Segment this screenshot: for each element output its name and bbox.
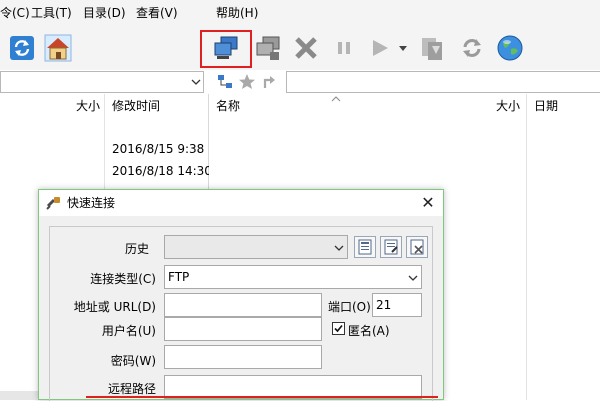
menu-item-directory[interactable]: 目录(D): [83, 0, 126, 26]
connection-type-value: FTP: [168, 270, 190, 284]
address-input[interactable]: [164, 293, 322, 317]
menu-item-help[interactable]: 帮助(H): [216, 0, 258, 26]
file-row-modified[interactable]: 2016/8/15 9:38: [112, 142, 204, 156]
refresh-icon[interactable]: [6, 32, 38, 64]
file-row-modified[interactable]: 2016/8/18 14:30: [112, 164, 212, 178]
history-delete-button[interactable]: [406, 236, 428, 258]
column-separator: [526, 94, 527, 400]
pause-icon[interactable]: [328, 32, 360, 64]
dialog-titlebar: 快速连接 ✕: [39, 190, 443, 216]
column-header-size[interactable]: 大小: [76, 94, 100, 118]
connection-type-label-text: 连接类型(C): [90, 272, 156, 286]
remote-path-input[interactable]: [286, 71, 600, 93]
username-input[interactable]: [164, 317, 322, 341]
column-header-size[interactable]: 大小: [496, 94, 520, 118]
up-level-icon[interactable]: [260, 73, 278, 91]
dialog-title: 快速连接: [67, 196, 116, 210]
connection-type-select[interactable]: FTP: [164, 265, 422, 289]
username-label: 用户名(U): [101, 324, 156, 338]
star-icon[interactable]: [238, 73, 256, 91]
history-view-button[interactable]: [354, 236, 376, 258]
port-label: 端口(O): [328, 300, 371, 314]
chevron-down-icon[interactable]: [334, 243, 344, 253]
sort-ascending-icon: [331, 96, 341, 102]
quick-connect-highlight: [200, 30, 252, 68]
password-input[interactable]: [164, 345, 322, 369]
chevron-down-icon[interactable]: [408, 273, 418, 283]
status-strip: [0, 391, 38, 400]
history-label: 历史: [124, 242, 149, 256]
close-icon[interactable]: ✕: [417, 192, 439, 214]
connection-group: 历史 连接类型(C) FTP 地址或 URL(D) 端口(O) 21 用户名(U…: [49, 226, 433, 401]
download-icon[interactable]: [416, 32, 448, 64]
local-path-combobox[interactable]: [0, 71, 204, 93]
column-header-date[interactable]: 日期: [534, 94, 558, 118]
play-icon[interactable]: [364, 32, 396, 64]
connect-plug-icon: [46, 197, 60, 210]
history-edit-button[interactable]: [380, 236, 402, 258]
history-combobox[interactable]: [164, 235, 348, 259]
port-value: 21: [376, 298, 392, 312]
column-header-name[interactable]: 名称: [216, 94, 240, 118]
anonymous-checkbox[interactable]: [332, 322, 345, 335]
abort-icon[interactable]: [290, 32, 322, 64]
highlight-underline: [86, 396, 438, 398]
anonymous-label[interactable]: 匿名(A): [348, 322, 390, 339]
globe-icon[interactable]: [494, 32, 526, 64]
chevron-down-icon[interactable]: [191, 77, 201, 87]
play-dropdown-icon[interactable]: [396, 32, 410, 64]
quick-connect-dialog: 快速连接 ✕ 历史 连接类型(C) FTP 地址或 URL(D) 端口(O) 2…: [38, 189, 444, 401]
address-label: 地址或 URL(D): [73, 300, 156, 314]
checkmark-icon: [334, 324, 343, 333]
connection-type-label: 连接类型(C): [90, 270, 156, 287]
menu-bar: 令(C) 工具(T) 目录(D) 查看(V) 帮助(H): [0, 0, 600, 27]
password-label: 密码(W): [110, 354, 156, 368]
sync-icon[interactable]: [456, 32, 488, 64]
menu-item-tools[interactable]: 工具(T): [31, 0, 72, 26]
menu-item-view[interactable]: 查看(V): [136, 0, 178, 26]
remote-path-label: 远程路径: [107, 382, 156, 396]
port-input[interactable]: 21: [372, 293, 422, 317]
disconnect-icon[interactable]: [252, 32, 284, 64]
site-tree-icon[interactable]: [216, 73, 234, 91]
toolbar: [0, 26, 600, 70]
home-icon[interactable]: [42, 32, 74, 64]
column-header-modified[interactable]: 修改时间: [112, 94, 160, 118]
menu-item-command[interactable]: 令(C): [0, 0, 30, 26]
